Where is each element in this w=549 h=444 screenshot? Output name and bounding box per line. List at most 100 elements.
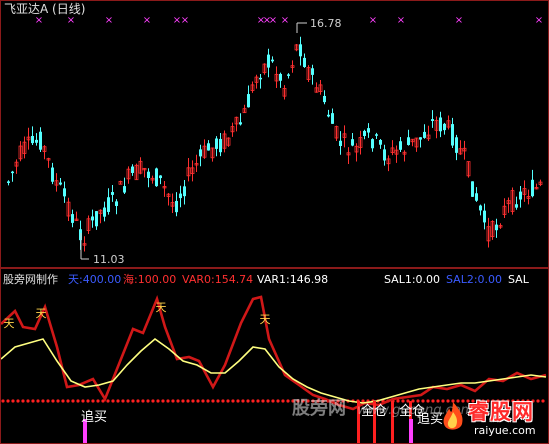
low-price-label: 11.03 xyxy=(93,253,125,266)
candle-body xyxy=(159,175,162,179)
baseline-dot xyxy=(26,399,30,403)
baseline-dot xyxy=(56,399,60,403)
candle-body xyxy=(443,123,446,131)
stock-chart-window: × × × × × × × × × × × × × × 16.78 11.03 飞亚达A (日线) 天天天天追… xyxy=(0,0,549,444)
baseline-dot xyxy=(16,399,20,403)
baseline-dot xyxy=(81,399,85,403)
star-signal-glyph: 天 xyxy=(156,301,167,314)
candle-body xyxy=(495,224,498,231)
baseline-dot xyxy=(221,399,225,403)
signal-marker: × xyxy=(369,15,377,26)
baseline-dot xyxy=(96,399,100,403)
indicator-value-var1: VAR1:146.98 xyxy=(257,273,329,286)
candle-body xyxy=(455,137,458,153)
site-watermark-cn: 股旁网 xyxy=(292,398,346,419)
baseline-dot xyxy=(261,399,265,403)
candle-body xyxy=(199,149,202,157)
baseline-dot xyxy=(76,399,80,403)
baseline-dot xyxy=(111,399,115,403)
baseline-dot xyxy=(146,399,150,403)
baseline-dot xyxy=(36,399,40,403)
signal-marker: × xyxy=(105,15,113,26)
indicator-value-hai: 海:100.00 xyxy=(123,273,177,286)
candle-body xyxy=(483,210,486,223)
candle-body xyxy=(363,130,366,137)
baseline-dot xyxy=(226,399,230,403)
candle-body xyxy=(519,191,522,200)
candle-body xyxy=(423,131,426,138)
baseline-dot xyxy=(46,399,50,403)
var0-line xyxy=(1,295,547,411)
candle-body xyxy=(475,193,478,201)
signal-marker: × xyxy=(35,15,43,26)
baseline-dot xyxy=(171,399,175,403)
candle-body xyxy=(35,139,38,143)
baseline-dot xyxy=(91,399,95,403)
baseline-dot xyxy=(71,399,75,403)
baseline-dot xyxy=(251,399,255,403)
candle-body xyxy=(95,211,98,227)
logo-watermark-en: raiyue.com xyxy=(474,424,536,437)
indicator-value-var0: VAR0:154.74 xyxy=(182,273,254,286)
baseline-dot xyxy=(256,399,260,403)
baseline-dot xyxy=(66,399,70,403)
baseline-dot xyxy=(116,399,120,403)
signal-marker: × xyxy=(67,15,75,26)
indicator-name: 股旁网制作 xyxy=(3,273,58,286)
candle-body xyxy=(279,73,282,81)
baseline-dot xyxy=(186,399,190,403)
candle-body xyxy=(103,207,106,217)
candle-body xyxy=(239,122,242,125)
baseline-dot xyxy=(61,399,65,403)
indicator-values-row: 股旁网制作 天:400.00 海:100.00 VAR0:154.74 VAR1… xyxy=(0,273,549,287)
candle-body xyxy=(383,149,386,161)
price-chart-panel[interactable]: × × × × × × × × × × × × × × 16.78 11.03 xyxy=(0,0,549,268)
candle-body xyxy=(115,201,118,206)
candle-body xyxy=(379,139,382,145)
candle-body xyxy=(63,188,66,197)
candle-body xyxy=(51,167,54,182)
candle-body xyxy=(215,138,218,149)
logo-flame-icon xyxy=(443,402,463,430)
candle-body xyxy=(271,59,274,62)
baseline-dot xyxy=(151,399,155,403)
indicator-value-sal1: SAL1:0.00 xyxy=(384,273,441,286)
baseline-dot xyxy=(31,399,35,403)
signal-marker: × xyxy=(181,15,189,26)
signal-marker: × xyxy=(281,15,289,26)
candle-body xyxy=(71,214,74,223)
candle-body xyxy=(451,124,454,146)
baseline-dot xyxy=(106,399,110,403)
candle-body xyxy=(299,44,302,57)
candlestick-chart: × × × × × × ××× × × × × ×16.7811.03 xyxy=(7,15,543,266)
candle-body xyxy=(367,128,370,133)
baseline-dot xyxy=(211,399,215,403)
signal-marker: × xyxy=(535,15,543,26)
candle-body xyxy=(267,54,270,68)
baseline-dot xyxy=(6,399,10,403)
candle-body xyxy=(131,166,134,173)
signal-marker: × xyxy=(397,15,405,26)
baseline-dot xyxy=(1,399,5,403)
stock-title: 飞亚达A (日线) xyxy=(4,2,86,16)
baseline-dot xyxy=(176,399,180,403)
baseline-dot xyxy=(196,399,200,403)
baseline-dot xyxy=(191,399,195,403)
candle-body xyxy=(351,139,354,146)
candle-body xyxy=(247,94,250,108)
candle-body xyxy=(175,200,178,213)
baseline-dot xyxy=(201,399,205,403)
logo-watermark-cn: 睿股网 xyxy=(468,400,534,424)
baseline-dot xyxy=(131,399,135,403)
signal-marker: × xyxy=(455,15,463,26)
candle-body xyxy=(331,113,334,124)
signal-marker: × xyxy=(143,15,151,26)
candle-body xyxy=(479,205,482,211)
baseline-dot xyxy=(166,399,170,403)
candle-body xyxy=(439,117,442,132)
candle-body xyxy=(323,95,326,103)
candle-body xyxy=(471,181,474,197)
baseline-dot xyxy=(136,399,140,403)
baseline-dot xyxy=(181,399,185,403)
baseline-dot xyxy=(216,399,220,403)
